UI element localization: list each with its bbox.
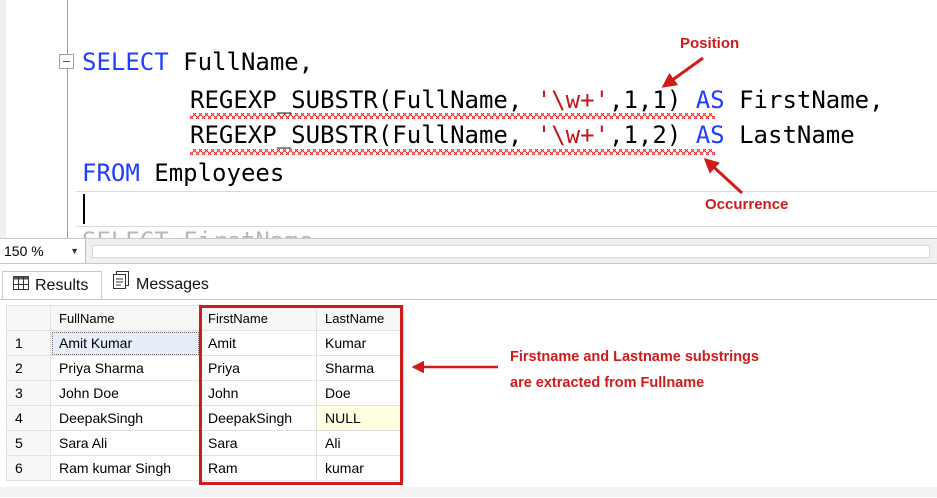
cell-fullname[interactable]: Sara Ali [50, 430, 200, 456]
editor-status-bar: 150 % ▼ [0, 238, 937, 264]
code-token: AS [695, 121, 725, 149]
code-token: Employees [139, 159, 285, 187]
code-token: FirstName, [724, 86, 884, 114]
row-number[interactable]: 3 [6, 380, 51, 406]
partial-next-line: SELECT FirstName [82, 226, 313, 238]
code-token: '\w+' [536, 86, 610, 114]
code-token: ,1,1) [609, 86, 696, 114]
code-token: FROM [82, 159, 140, 187]
results-tabbar: Results Messages [0, 267, 937, 299]
cell-fullname[interactable]: Amit Kumar [50, 330, 200, 356]
error-squiggle [190, 113, 715, 119]
grid-bottom-edge [0, 487, 937, 497]
column-header-fullname[interactable]: FullName [50, 305, 200, 331]
row-number[interactable]: 5 [6, 430, 51, 456]
extraction-note-line1: Firstname and Lastname substrings [510, 349, 759, 365]
error-squiggle [190, 149, 715, 155]
code-token: FullName, [168, 48, 314, 76]
cell-fullname[interactable]: Ram kumar Singh [50, 455, 200, 481]
document-icon [112, 271, 130, 299]
position-annotation: Position [680, 35, 740, 52]
zoom-select[interactable]: 150 % ▼ [0, 239, 86, 263]
zoom-value: 150 % [4, 243, 44, 259]
tab-messages-label: Messages [136, 276, 209, 294]
code-token: AS [695, 86, 725, 114]
chevron-down-icon[interactable]: ▼ [70, 239, 79, 263]
tab-messages[interactable]: Messages [104, 271, 216, 299]
cell-fullname[interactable]: Priya Sharma [50, 355, 200, 381]
row-number[interactable]: 1 [6, 330, 51, 356]
occurrence-annotation: Occurrence [705, 196, 789, 213]
query-editor[interactable]: SELECT FullName, REGEXP_SUBSTR(FullName,… [0, 0, 937, 238]
extraction-note-line2: are extracted from Fullname [510, 375, 705, 391]
code-token: '\w+' [536, 121, 610, 149]
code-token: LastName [724, 121, 855, 149]
code-line-select: SELECT FullName, [82, 47, 313, 77]
code-token: ,1,2) [609, 121, 696, 149]
current-line-border [76, 191, 937, 192]
cell-fullname[interactable]: John Doe [50, 380, 200, 406]
row-number[interactable]: 6 [6, 455, 51, 481]
fold-guide-line [67, 0, 68, 238]
code-line-firstname: REGEXP_SUBSTR(FullName, '\w+',1,1) AS Fi… [190, 85, 884, 115]
collapse-icon[interactable] [59, 54, 74, 69]
cell-fullname[interactable]: DeepakSingh [50, 405, 200, 431]
text-cursor [83, 194, 85, 224]
code-token: REGEXP_SUBSTR(FullName, [190, 121, 537, 149]
tab-results[interactable]: Results [2, 271, 102, 299]
code-line-lastname: REGEXP_SUBSTR(FullName, '\w+',1,2) AS La… [190, 120, 855, 150]
code-token: SELECT [82, 48, 169, 76]
code-token: REGEXP_SUBSTR(FullName, [190, 86, 537, 114]
grid-icon [13, 272, 29, 300]
tab-results-label: Results [35, 277, 89, 295]
code-line-from: FROM Employees [82, 158, 284, 188]
row-number-header [6, 305, 51, 331]
highlight-box [199, 305, 403, 485]
editor-margin [0, 0, 6, 238]
row-number[interactable]: 4 [6, 405, 51, 431]
row-number[interactable]: 2 [6, 355, 51, 381]
horizontal-scrollbar[interactable] [92, 245, 930, 258]
